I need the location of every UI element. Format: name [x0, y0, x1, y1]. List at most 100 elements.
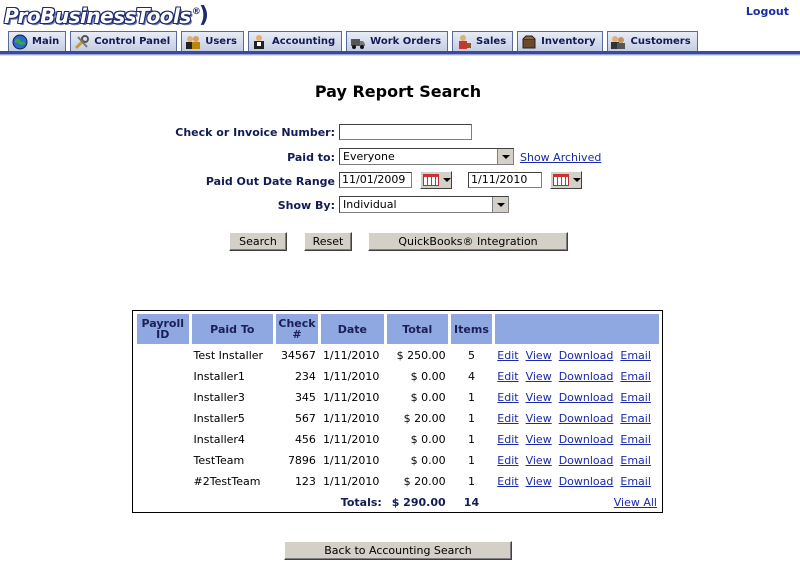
view-link[interactable]: View [526, 349, 552, 362]
tab-underline-shadow [0, 55, 800, 56]
edit-link[interactable]: Edit [497, 454, 518, 467]
totals-items: 14 [463, 496, 480, 509]
box-icon [520, 34, 537, 50]
table-row: Installer5 567 1/11/2010 $ 20.00 1 Edit View Do… [137, 409, 659, 428]
back-to-accounting-search-button[interactable]: Back to Accounting Search [284, 541, 512, 560]
row-actions-cell: Edit View Download Email [495, 346, 659, 365]
download-link[interactable]: Download [559, 412, 614, 425]
tab-customers-label: Customers [630, 36, 691, 47]
total-cell: $ 0.00 [410, 391, 446, 404]
chevron-down-icon[interactable] [497, 149, 513, 164]
payroll-id-cell [137, 472, 189, 491]
email-link[interactable]: Email [620, 475, 651, 488]
check-number-input[interactable] [339, 124, 472, 140]
table-header-row: Payroll ID Paid To Check # Date Total It… [137, 314, 659, 344]
email-link[interactable]: Email [620, 349, 651, 362]
items-cell: 1 [467, 475, 475, 488]
table-row: Installer4 456 1/11/2010 $ 0.00 1 Edit View Dow… [137, 430, 659, 449]
edit-link[interactable]: Edit [497, 391, 518, 404]
view-link[interactable]: View [526, 391, 552, 404]
view-link[interactable]: View [526, 475, 552, 488]
check-number-cell: 123 [294, 475, 316, 488]
check-number-cell: 567 [294, 412, 316, 425]
chevron-down-icon [573, 178, 581, 182]
table-row: Test Installer 34567 1/11/2010 $ 250.00 5 Edi… [137, 346, 659, 365]
view-link[interactable]: View [526, 454, 552, 467]
chevron-down-icon[interactable] [492, 197, 508, 212]
col-paid-to: Paid To [191, 314, 274, 344]
quickbooks-integration-button[interactable]: QuickBooks® Integration [368, 232, 568, 251]
show-archived-link[interactable]: Show Archived [520, 151, 601, 164]
download-link[interactable]: Download [559, 370, 614, 383]
tab-users[interactable]: Users [181, 31, 244, 51]
email-link[interactable]: Email [620, 433, 651, 446]
download-link[interactable]: Download [559, 454, 614, 467]
items-cell: 1 [467, 454, 475, 467]
totals-row: Totals: $ 290.00 14 View All [137, 493, 659, 512]
items-cell: 1 [467, 412, 475, 425]
tab-work-orders[interactable]: Work Orders [346, 31, 449, 51]
paid-to-cell: Installer1 [193, 370, 245, 383]
tab-main-label: Main [32, 36, 60, 47]
items-cell: 5 [467, 349, 475, 362]
check-number-cell: 456 [294, 433, 316, 446]
show-by-select[interactable]: Individual [339, 196, 509, 213]
tab-control-panel[interactable]: Control Panel [70, 31, 178, 51]
email-link[interactable]: Email [620, 412, 651, 425]
total-cell: $ 0.00 [410, 433, 446, 446]
totals-label: Totals: [340, 496, 382, 509]
tab-inventory[interactable]: Inventory [517, 31, 603, 51]
col-check-number: Check # [276, 314, 318, 344]
download-link[interactable]: Download [559, 475, 614, 488]
download-link[interactable]: Download [559, 349, 614, 362]
check-number-cell: 34567 [280, 349, 316, 362]
search-button[interactable]: Search [229, 232, 287, 251]
tab-users-label: Users [205, 36, 237, 47]
logo-text: ProBusinessTools [4, 4, 191, 28]
logout-link[interactable]: Logout [746, 5, 789, 18]
paid-to-label: Paid to: [287, 151, 335, 164]
edit-link[interactable]: Edit [497, 475, 518, 488]
date-from-input[interactable]: 11/01/2009 [339, 172, 412, 188]
col-actions [495, 314, 659, 344]
email-link[interactable]: Email [620, 454, 651, 467]
download-link[interactable]: Download [559, 433, 614, 446]
date-cell: 1/11/2010 [322, 349, 380, 362]
reset-button[interactable]: Reset [304, 232, 352, 251]
tab-accounting[interactable]: Accounting [247, 31, 343, 51]
date-to-calendar-button[interactable] [550, 171, 582, 189]
table-row: #2TestTeam 123 1/11/2010 $ 20.00 1 Edit View Do… [137, 472, 659, 491]
paid-to-cell: TestTeam [193, 454, 245, 467]
paid-to-select[interactable]: Everyone [339, 148, 514, 165]
date-cell: 1/11/2010 [322, 454, 380, 467]
email-link[interactable]: Email [620, 391, 651, 404]
view-link[interactable]: View [526, 370, 552, 383]
view-link[interactable]: View [526, 412, 552, 425]
items-cell: 4 [467, 370, 475, 383]
date-from-calendar-button[interactable] [420, 171, 452, 189]
date-to-input[interactable]: 1/11/2010 [468, 172, 542, 188]
payroll-id-cell [137, 346, 189, 365]
calendar-icon [423, 174, 439, 186]
paid-to-cell: Installer5 [193, 412, 245, 425]
logo-swoosh-icon: ) [198, 2, 209, 28]
tab-main[interactable]: Main [8, 31, 67, 51]
email-link[interactable]: Email [620, 370, 651, 383]
row-actions-cell: Edit View Download Email [495, 430, 659, 449]
total-cell: $ 20.00 [403, 412, 446, 425]
totals-amount: $ 290.00 [391, 496, 446, 509]
download-link[interactable]: Download [559, 391, 614, 404]
check-number-cell: 7896 [287, 454, 316, 467]
view-link[interactable]: View [526, 433, 552, 446]
edit-link[interactable]: Edit [497, 412, 518, 425]
edit-link[interactable]: Edit [497, 349, 518, 362]
row-actions-cell: Edit View Download Email [495, 388, 659, 407]
tab-sales[interactable]: Sales [452, 31, 514, 51]
edit-link[interactable]: Edit [497, 433, 518, 446]
check-number-cell: 234 [294, 370, 316, 383]
edit-link[interactable]: Edit [497, 370, 518, 383]
tab-customers[interactable]: Customers [606, 31, 698, 51]
paid-to-cell: Installer3 [193, 391, 245, 404]
view-all-link[interactable]: View All [614, 496, 657, 509]
date-cell: 1/11/2010 [322, 412, 380, 425]
